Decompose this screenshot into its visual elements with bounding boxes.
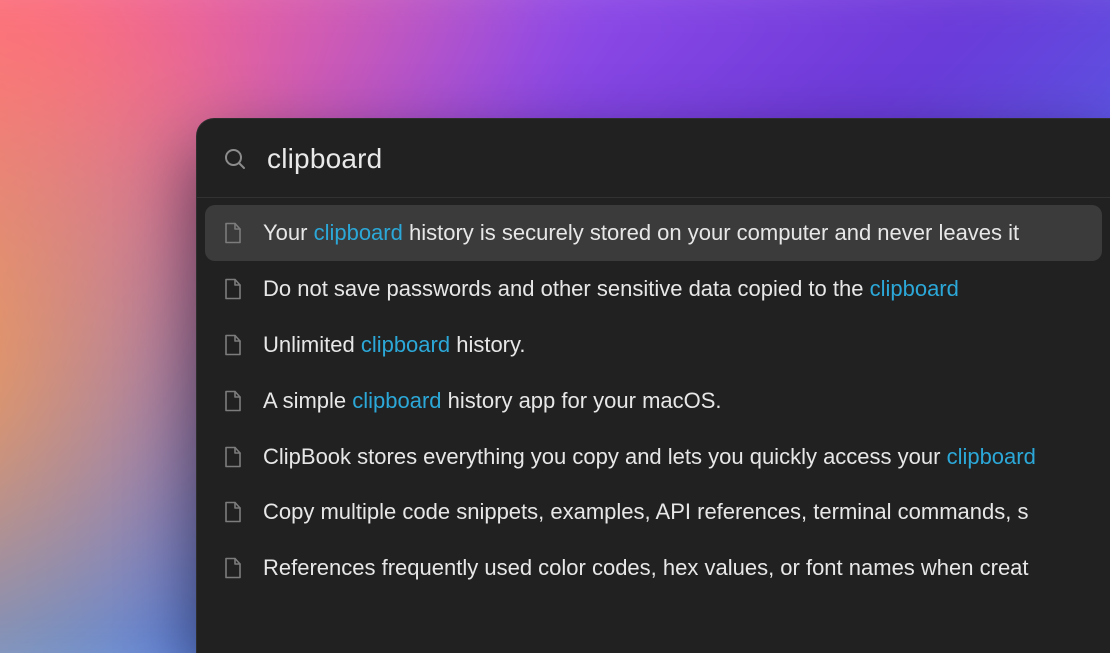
document-icon bbox=[223, 445, 243, 469]
search-input[interactable] bbox=[267, 143, 1084, 175]
search-icon bbox=[223, 147, 247, 171]
results-list: Your clipboard history is securely store… bbox=[197, 198, 1110, 596]
result-text: Do not save passwords and other sensitiv… bbox=[263, 273, 959, 305]
result-text: References frequently used color codes, … bbox=[263, 552, 1029, 584]
result-row[interactable]: Your clipboard history is securely store… bbox=[205, 205, 1102, 261]
document-icon bbox=[223, 277, 243, 301]
divider bbox=[197, 197, 1110, 198]
match-highlight: clipboard bbox=[361, 332, 450, 357]
document-icon bbox=[223, 389, 243, 413]
match-highlight: clipboard bbox=[947, 444, 1036, 469]
result-row[interactable]: Do not save passwords and other sensitiv… bbox=[205, 261, 1102, 317]
result-text: ClipBook stores everything you copy and … bbox=[263, 441, 1036, 473]
result-row[interactable]: Unlimited clipboard history. bbox=[205, 317, 1102, 373]
document-icon bbox=[223, 500, 243, 524]
match-highlight: clipboard bbox=[314, 220, 403, 245]
result-text: A simple clipboard history app for your … bbox=[263, 385, 722, 417]
result-row[interactable]: References frequently used color codes, … bbox=[205, 540, 1102, 596]
result-row[interactable]: Copy multiple code snippets, examples, A… bbox=[205, 484, 1102, 540]
result-text: Copy multiple code snippets, examples, A… bbox=[263, 496, 1028, 528]
result-text: Your clipboard history is securely store… bbox=[263, 217, 1019, 249]
document-icon bbox=[223, 556, 243, 580]
search-row bbox=[197, 119, 1110, 197]
document-icon bbox=[223, 333, 243, 357]
result-row[interactable]: A simple clipboard history app for your … bbox=[205, 373, 1102, 429]
match-highlight: clipboard bbox=[870, 276, 959, 301]
result-text: Unlimited clipboard history. bbox=[263, 329, 525, 361]
match-highlight: clipboard bbox=[352, 388, 441, 413]
search-panel: Your clipboard history is securely store… bbox=[196, 118, 1110, 653]
document-icon bbox=[223, 221, 243, 245]
result-row[interactable]: ClipBook stores everything you copy and … bbox=[205, 429, 1102, 485]
